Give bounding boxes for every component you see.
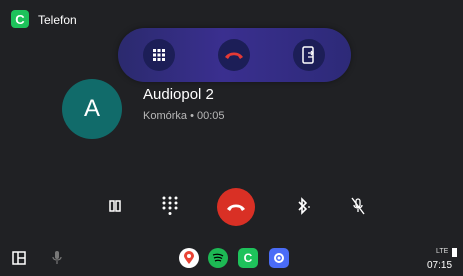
bluetooth-button[interactable] [285, 188, 321, 224]
caller-name: Audiopol 2 [143, 86, 214, 103]
phone-icon: C [243, 251, 253, 265]
settings-icon [274, 253, 284, 263]
app-launcher-icon [12, 251, 26, 265]
bottom-navbar [0, 242, 463, 276]
launcher-button[interactable] [12, 251, 26, 270]
end-call-button[interactable] [217, 188, 255, 226]
clock: 07:15 [427, 260, 453, 271]
call-status: Komórka • 00:05 [143, 110, 225, 122]
call-bar-dialpad-button[interactable] [143, 39, 175, 71]
settings-button[interactable] [269, 248, 289, 268]
spotify-button[interactable] [208, 248, 228, 268]
end-call-icon [225, 52, 243, 59]
pause-icon [109, 200, 121, 212]
dialpad-icon [162, 196, 178, 215]
spotify-icon [212, 253, 224, 262]
google-maps-icon [184, 251, 194, 264]
call-bar-end-call-button[interactable] [218, 39, 250, 71]
app-title: Telefon [38, 13, 77, 27]
dialpad-icon [153, 49, 165, 61]
call-bar-transfer-button[interactable] [293, 39, 325, 71]
mic-off-icon [351, 197, 365, 215]
dialpad-button[interactable] [152, 188, 188, 224]
mic-icon [52, 251, 62, 264]
google-maps-button[interactable] [179, 248, 199, 268]
bluetooth-icon [298, 197, 310, 215]
mute-button[interactable] [340, 188, 376, 224]
phone-app-icon: C [11, 10, 29, 28]
phone-transfer-icon [302, 46, 314, 64]
battery-icon [452, 248, 457, 257]
end-call-icon [227, 204, 245, 211]
phone-dock-button[interactable]: C [238, 248, 258, 268]
caller-avatar: A [62, 79, 122, 139]
voice-assistant-button[interactable] [52, 250, 62, 271]
signal-indicator: LTE [436, 248, 449, 255]
hold-button[interactable] [97, 188, 133, 224]
